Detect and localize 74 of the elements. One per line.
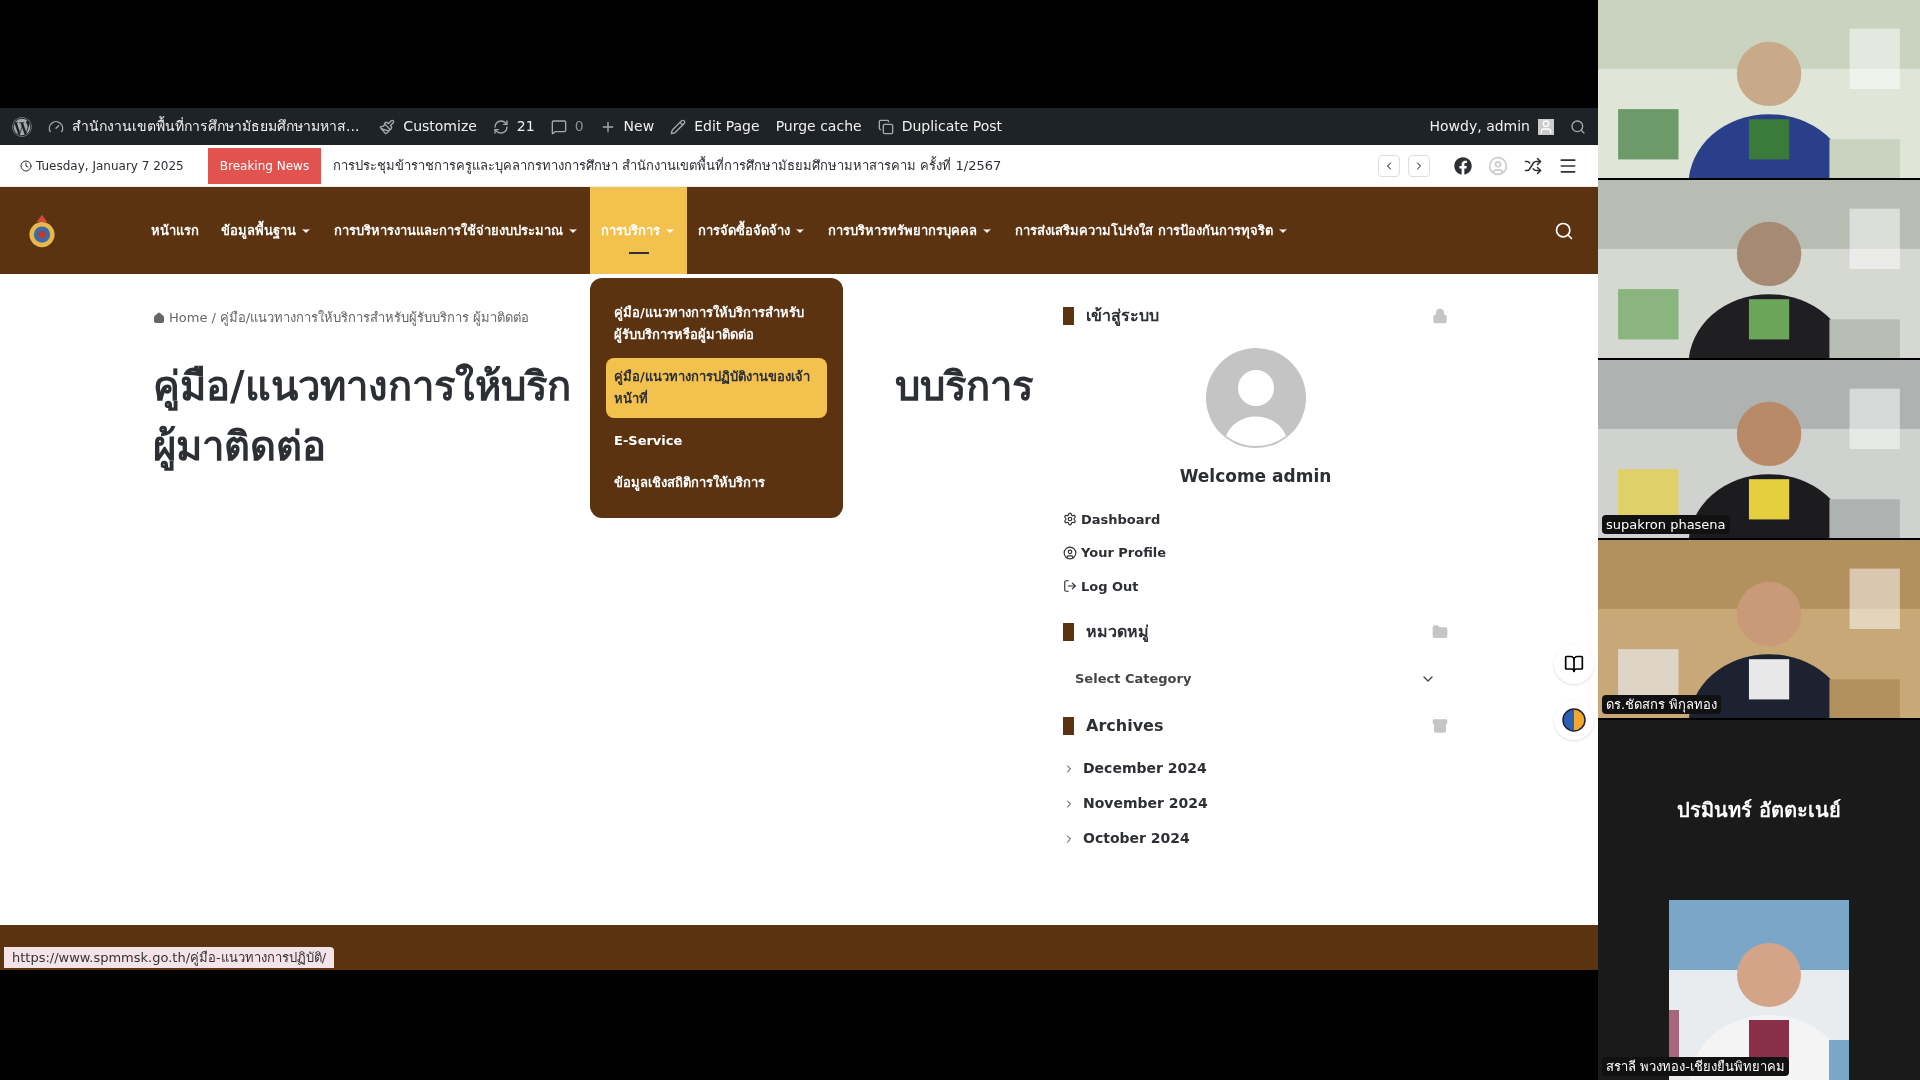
nav-item[interactable]: ข้อมูลพื้นฐาน (210, 187, 323, 274)
next-button[interactable] (1408, 154, 1430, 177)
nav-item[interactable]: การส่งเสริมความโปร่งใส การป้องกันการทุจริต (1004, 187, 1300, 274)
wordpress-icon[interactable] (12, 116, 32, 137)
admin-bar-item[interactable]: New (599, 116, 655, 137)
shuffle-icon[interactable] (1524, 156, 1542, 175)
headline-link[interactable]: การประชุมข้าราชการครูและบุคลากรทางการศึกษา สำนักงานเขตพื้นที่การศึกษามัธยมศึกษามหาสารคาม ครั้งที่ 1/2567 (333, 155, 1002, 176)
clock-icon (20, 159, 32, 172)
comment-icon (550, 118, 567, 135)
admin-bar-item[interactable]: Customize (379, 116, 477, 137)
folder-icon (1432, 624, 1448, 640)
globe-icon (1562, 708, 1586, 732)
submenu-item[interactable]: ข้อมูลเชิงสถิติการให้บริการ (606, 464, 827, 502)
archive-link[interactable]: October 2024 (1063, 828, 1448, 849)
nav-item[interactable]: การจัดซื้อจัดจ้าง (687, 187, 817, 274)
status-url: https://www.spmmsk.go.th/คู่มือ-แนวทางการปฏิบัติ/ (4, 946, 335, 968)
refresh-icon (492, 118, 509, 135)
page-title: คู่มือ/แนวทางการให้บริก (153, 361, 571, 413)
logout-icon (1063, 579, 1077, 594)
archive-link[interactable]: December 2024 (1063, 758, 1448, 779)
archive-icon (1432, 718, 1448, 734)
widget-heading: เข้าสู่ระบบ (1086, 305, 1159, 328)
breaking-news-label: Breaking News (207, 147, 322, 184)
participant-name: สราลี พวงทอง-เชียงยืนพิทยาคม (1602, 1056, 1789, 1076)
admin-bar-item[interactable]: Duplicate Post (877, 116, 1003, 137)
facebook-icon[interactable] (1454, 156, 1472, 175)
category-select[interactable]: Select Category (1063, 660, 1448, 698)
submenu-item[interactable]: คู่มือ/แนวทางการให้บริการสำหรับผู้รับบริการหรือผู้มาติดต่อ (606, 294, 827, 354)
widget-heading: หมวดหมู่ (1086, 621, 1149, 644)
account-link[interactable]: Log Out (1063, 576, 1448, 596)
admin-bar-item[interactable]: Purge cache (775, 116, 862, 137)
gear-icon (1063, 512, 1077, 527)
gauge-icon (48, 118, 64, 135)
search-icon[interactable] (1554, 220, 1574, 241)
user-circle-icon (1063, 545, 1077, 560)
brush-icon (379, 118, 396, 135)
breadcrumb-current: คู่มือ/แนวทางการให้บริการสำหรับผู้รับบริการ ผู้มาติดต่อ (219, 309, 530, 328)
breadcrumb-separator: / (211, 309, 216, 327)
search-icon[interactable] (1570, 118, 1586, 135)
page-title: บบริการ (895, 361, 1033, 411)
globe-button[interactable] (1554, 700, 1594, 740)
previous-button[interactable] (1378, 154, 1400, 177)
active-underline (628, 252, 649, 254)
heading-marker (1063, 623, 1074, 641)
lock-icon (1432, 308, 1448, 324)
archive-link[interactable]: November 2024 (1063, 793, 1448, 814)
heading-marker (1063, 307, 1074, 325)
widget-heading: Archives (1086, 715, 1164, 737)
welcome-text: Welcome admin (1179, 465, 1332, 488)
greeting-link[interactable]: Howdy, admin (1429, 116, 1530, 137)
submenu-item[interactable]: E-Service (606, 422, 827, 460)
nav-item[interactable]: การบริหารทรัพยากรบุคคล (817, 187, 1004, 274)
participant-name: ดร.ชัดสกร พิกุลทอง (1602, 694, 1722, 714)
nav-item[interactable]: หน้าแรก (140, 187, 210, 274)
admin-bar-item[interactable]: 0 (550, 116, 584, 137)
heading-marker (1063, 717, 1074, 735)
avatar-icon (1538, 118, 1554, 135)
submenu-item[interactable]: คู่มือ/แนวทางการปฏิบัติงานของเจ้าหน้าที่ (606, 358, 827, 418)
site-title-link[interactable]: สำนักงานเขตพื้นที่การศึกษามัธยมศึกษามหาส... (72, 116, 360, 137)
home-icon (153, 311, 165, 324)
date-text: Tuesday, January 7 2025 (36, 157, 184, 175)
admin-bar-item[interactable]: 21 (492, 116, 535, 137)
nav-item[interactable]: การบริหารงานและการใช้จ่ายงบประมาณ (323, 187, 590, 274)
pencil-icon (670, 118, 687, 135)
account-link[interactable]: Your Profile (1063, 543, 1448, 563)
admin-bar-item[interactable]: Edit Page (670, 116, 760, 137)
book-icon (1564, 654, 1584, 674)
copy-icon (877, 118, 894, 135)
page-title: ผู้มาติดต่อ (153, 421, 326, 473)
account-link[interactable]: Dashboard (1063, 509, 1448, 529)
reader-button[interactable] (1554, 644, 1594, 684)
participant-name: ปรมินทร์ อัตตะเนย์ (1677, 797, 1841, 824)
breadcrumb-link[interactable]: Home (169, 308, 208, 328)
participant-name: supakron phasena (1602, 514, 1730, 534)
